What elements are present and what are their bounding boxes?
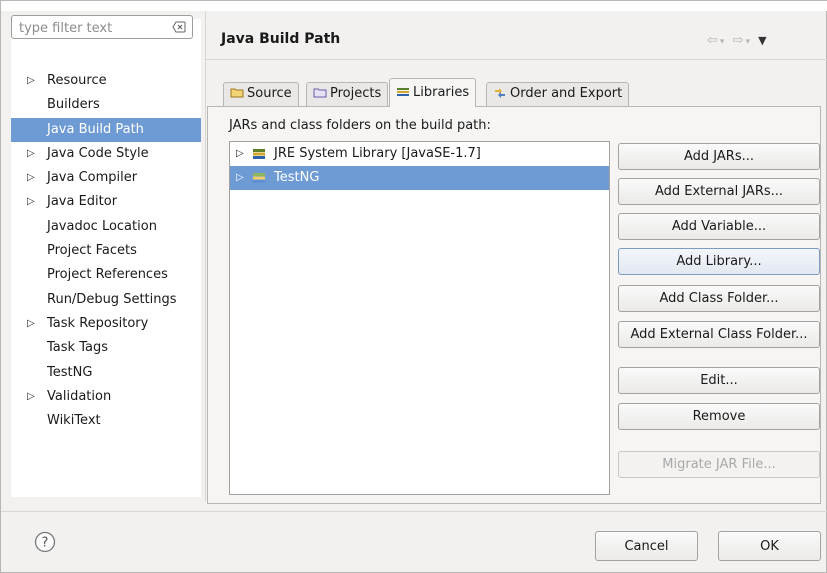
tree-item-label: Builders	[47, 97, 100, 113]
expand-arrow-icon[interactable]: ▷	[27, 312, 35, 336]
svg-text:?: ?	[42, 536, 49, 551]
tree-item-label: Javadoc Location	[47, 218, 157, 234]
add-jars-button[interactable]: Add JARs...	[618, 143, 820, 170]
back-menu-icon[interactable]: ▾	[720, 37, 727, 47]
tab-label: Order and Export	[510, 86, 623, 101]
tree-item-java-compiler[interactable]: ▷ Java Compiler	[11, 166, 201, 190]
tree-item-label: WikiText	[47, 413, 101, 429]
tab-projects[interactable]: Projects	[306, 82, 389, 106]
tree-item-label: Java Editor	[47, 194, 118, 210]
forward-menu-icon[interactable]: ▾	[745, 37, 752, 47]
tab-order-and-export[interactable]: Order and Export	[486, 82, 630, 106]
tab-label: Projects	[330, 86, 382, 101]
cancel-button[interactable]: Cancel	[595, 531, 698, 561]
tree-item-label: Run/Debug Settings	[47, 291, 177, 307]
tree-item-label: Task Tags	[47, 340, 108, 356]
library-jar-icon	[253, 149, 265, 159]
tree-item-label: Task Repository	[47, 315, 149, 331]
page-title: Java Build Path	[221, 31, 341, 47]
tree-item-label: Project References	[47, 267, 168, 283]
libraries-list[interactable]: ▷ JRE System Library [JavaSE-1.7] ▷ Test…	[229, 141, 610, 495]
expand-arrow-icon[interactable]: ▷	[27, 166, 35, 190]
migrate-jar-button[interactable]: Migrate JAR File...	[618, 451, 820, 478]
tree-item-label: TestNG	[47, 364, 93, 380]
tab-label: Libraries	[413, 85, 470, 100]
expand-arrow-icon[interactable]: ▷	[236, 166, 244, 190]
tree-item-java-code-style[interactable]: ▷ Java Code Style	[11, 142, 201, 166]
properties-dialog: ▷ Resource Builders Java Build Path ▷ Java…	[0, 0, 827, 573]
tree-item-label: Validation	[47, 388, 112, 404]
tree-item-testng[interactable]: TestNG	[11, 361, 201, 385]
libraries-icon	[397, 88, 409, 96]
remove-button[interactable]: Remove	[618, 403, 820, 430]
tree-item-project-facets[interactable]: Project Facets	[11, 239, 201, 263]
add-external-jars-button[interactable]: Add External JARs...	[618, 178, 820, 205]
view-menu-icon[interactable]: ▼	[758, 34, 768, 47]
tree-item-label: Java Compiler	[47, 170, 138, 186]
tree-item-wikitext[interactable]: WikiText	[11, 409, 201, 433]
title-separator	[206, 59, 827, 60]
tree-item-resource[interactable]: ▷ Resource	[11, 69, 201, 93]
sash-divider[interactable]	[205, 11, 206, 501]
libraries-list-label: JARs and class folders on the build path…	[229, 118, 491, 133]
footer-separator	[1, 511, 827, 512]
expand-arrow-icon[interactable]: ▷	[27, 69, 35, 93]
tree-item-label: Project Facets	[47, 243, 137, 259]
tree-item-task-repository[interactable]: ▷ Task Repository	[11, 312, 201, 336]
tab-source[interactable]: Source	[223, 82, 299, 106]
tree-item-run-debug-settings[interactable]: Run/Debug Settings	[11, 288, 201, 312]
expand-arrow-icon[interactable]: ▷	[27, 142, 35, 166]
history-navigation: ⇦▾ ⇨▾ ▼	[707, 33, 769, 48]
library-jar-icon	[253, 173, 265, 183]
edit-button[interactable]: Edit...	[618, 367, 820, 394]
properties-tree: ▷ Resource Builders Java Build Path ▷ Java…	[11, 69, 201, 433]
title-area	[1, 1, 827, 11]
library-item-label: JRE System Library [JavaSE-1.7]	[274, 146, 481, 161]
tree-item-java-editor[interactable]: ▷ Java Editor	[11, 190, 201, 214]
tree-item-builders[interactable]: Builders	[11, 93, 201, 117]
clear-filter-icon[interactable]	[172, 21, 186, 33]
tab-libraries[interactable]: Libraries	[389, 78, 477, 107]
add-external-class-folder-button[interactable]: Add External Class Folder...	[618, 321, 820, 348]
tree-item-validation[interactable]: ▷ Validation	[11, 385, 201, 409]
expand-arrow-icon[interactable]: ▷	[236, 142, 244, 166]
add-variable-button[interactable]: Add Variable...	[618, 213, 820, 240]
tree-item-java-build-path[interactable]: Java Build Path	[11, 117, 201, 142]
projects-icon	[313, 88, 327, 98]
filter-field[interactable]	[11, 15, 193, 39]
tree-item-task-tags[interactable]: Task Tags	[11, 336, 201, 360]
back-arrow-icon[interactable]: ⇦	[707, 33, 720, 48]
tree-item-label: Resource	[47, 73, 107, 88]
library-item-testng[interactable]: ▷ TestNG	[230, 166, 609, 190]
tree-item-javadoc-location[interactable]: Javadoc Location	[11, 215, 201, 239]
tree-item-label: Java Build Path	[47, 121, 144, 137]
library-item-label: TestNG	[274, 170, 320, 185]
tab-label: Source	[247, 86, 292, 101]
order-export-icon	[495, 88, 505, 98]
tree-item-label: Java Code Style	[47, 145, 149, 161]
forward-arrow-icon[interactable]: ⇨	[733, 33, 746, 48]
add-library-button[interactable]: Add Library...	[618, 248, 820, 275]
library-item-jre[interactable]: ▷ JRE System Library [JavaSE-1.7]	[230, 142, 609, 166]
add-class-folder-button[interactable]: Add Class Folder...	[618, 285, 820, 312]
ok-button[interactable]: OK	[718, 531, 821, 561]
source-folder-icon	[230, 88, 244, 98]
expand-arrow-icon[interactable]: ▷	[27, 385, 35, 409]
help-icon[interactable]: ?	[34, 531, 56, 553]
expand-arrow-icon[interactable]: ▷	[27, 190, 35, 214]
tree-item-project-references[interactable]: Project References	[11, 263, 201, 287]
filter-input[interactable]	[17, 19, 161, 37]
